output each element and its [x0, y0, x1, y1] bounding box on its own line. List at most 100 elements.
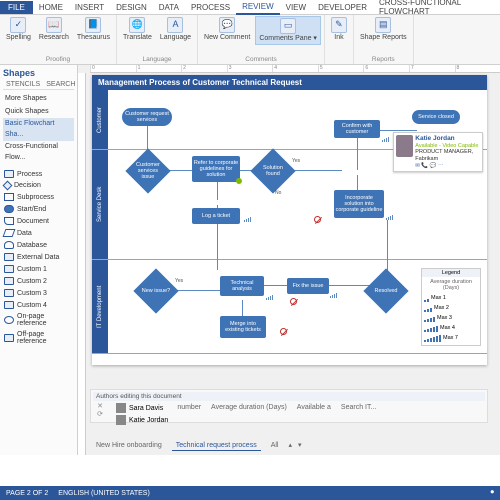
ruler-vertical	[78, 73, 86, 455]
legend-row: Max 7	[424, 333, 478, 343]
translate-button[interactable]: 🌐Translate	[120, 16, 155, 43]
shape-offpage[interactable]: Off-page reference	[3, 329, 74, 347]
ink-button[interactable]: ✎Ink	[328, 16, 350, 43]
legend-row: Max 1	[424, 293, 478, 303]
flowchart-title: Management Process of Customer Technical…	[92, 75, 487, 90]
node-fix[interactable]: Fix the issue	[287, 278, 329, 294]
shape-data[interactable]: Data	[3, 227, 74, 239]
tab-developer[interactable]: DEVELOPER	[312, 1, 373, 14]
shape-startend[interactable]: Start/End	[3, 203, 74, 215]
shape-custom4[interactable]: Custom 4	[3, 299, 74, 311]
tab-design[interactable]: DESIGN	[110, 1, 153, 14]
shape-document[interactable]: Document	[3, 215, 74, 227]
stencil-more[interactable]: More Shapes	[3, 93, 74, 106]
node-closed[interactable]: Service closed	[412, 110, 460, 124]
node-incorporate[interactable]: Incorporate solution into corporate guid…	[334, 190, 384, 218]
c2-icon	[4, 277, 14, 285]
document-icon	[4, 217, 14, 225]
status-bar: PAGE 2 OF 2 ENGLISH (UNITED STATES) ⏺	[0, 486, 500, 500]
shape-reports-button[interactable]: ▤Shape Reports	[357, 16, 410, 43]
node-refer[interactable]: Refer to corporate guidelines for soluti…	[192, 156, 240, 182]
coauthor-panel: Authors editing this document ✕ ⟳ Sara D…	[90, 389, 488, 423]
canvas[interactable]: 012345678 Management Process of Customer…	[78, 65, 500, 455]
lane-servicedesk[interactable]: Service Desk	[92, 150, 108, 259]
page-number[interactable]: PAGE 2 OF 2	[6, 490, 48, 497]
node-analysis[interactable]: Technical analysis	[220, 276, 264, 296]
stencils-tab[interactable]: STENCILS	[3, 80, 43, 89]
page-tab-onboarding[interactable]: New Hire onboarding	[92, 441, 166, 451]
node-merge[interactable]: Merge into existing tickets	[220, 316, 266, 338]
person-info: Katie Jordan Available - Video Capable P…	[415, 135, 480, 169]
shape-database[interactable]: Database	[3, 239, 74, 251]
expand-icon[interactable]: ▾	[298, 441, 302, 451]
language-status[interactable]: ENGLISH (UNITED STATES)	[58, 490, 150, 497]
decision-icon	[3, 181, 13, 191]
shape-custom3[interactable]: Custom 3	[3, 287, 74, 299]
person-card[interactable]: Katie Jordan Available - Video Capable P…	[393, 132, 483, 172]
record-icon[interactable]: ⏺	[491, 489, 495, 497]
legend-title: Legend	[422, 269, 480, 277]
book2-icon: 📘	[85, 17, 101, 33]
search-tab[interactable]: SEARCH	[43, 80, 78, 89]
db-icon	[4, 241, 14, 249]
signal-icon	[382, 136, 389, 142]
blocked-icon	[280, 328, 287, 335]
refresh-icon[interactable]: ⟳	[93, 410, 107, 418]
group-label: Comments	[245, 56, 276, 63]
tab-insert[interactable]: INSERT	[69, 1, 110, 14]
language-button[interactable]: ALanguage	[157, 16, 194, 43]
thesaurus-button[interactable]: 📘Thesaurus	[74, 16, 113, 43]
drawing-page[interactable]: Management Process of Customer Technical…	[92, 75, 487, 365]
group-reports: ▤Shape Reports Reports	[354, 15, 414, 64]
connector[interactable]	[292, 170, 342, 171]
report-icon: ▤	[375, 17, 391, 33]
collapse-icon[interactable]: ▴	[288, 441, 292, 451]
shape-onpage[interactable]: On-page reference	[3, 311, 74, 329]
page-tab-all[interactable]: All	[267, 441, 283, 451]
new-comment-button[interactable]: 💬New Comment	[201, 16, 253, 45]
lane-it[interactable]: IT Development	[92, 260, 108, 353]
group-comments: 💬New Comment ▭Comments Pane ▾ Comments	[198, 15, 325, 64]
connector[interactable]	[172, 290, 222, 291]
pen-icon: ✎	[331, 17, 347, 33]
node-log-ticket[interactable]: Log a ticket	[192, 208, 240, 224]
book-icon: 📖	[46, 17, 62, 33]
col-search[interactable]: Search IT...	[341, 404, 376, 411]
shape-decision[interactable]: Decision	[3, 180, 74, 191]
shape-external[interactable]: External Data	[3, 251, 74, 263]
col-duration: Average duration (Days)	[211, 404, 287, 411]
stencil-crossfunc[interactable]: Cross-Functional Flow...	[3, 141, 74, 164]
tab-file[interactable]: FILE	[0, 1, 33, 14]
tab-review[interactable]: REVIEW	[236, 0, 280, 15]
node-start[interactable]: Customer request services	[122, 108, 172, 126]
node-confirm[interactable]: Confirm with customer	[334, 120, 380, 138]
c1-icon	[4, 265, 14, 273]
stencil-tabs: STENCILS SEARCH	[3, 80, 74, 90]
comments-pane-button[interactable]: ▭Comments Pane ▾	[255, 16, 321, 45]
research-button[interactable]: 📖Research	[36, 16, 72, 43]
legend-row: Max 2	[424, 303, 478, 313]
offpage-icon	[4, 334, 14, 342]
shape-custom2[interactable]: Custom 2	[3, 275, 74, 287]
stencil-list: More Shapes Quick Shapes Basic Flowchart…	[3, 93, 74, 164]
comment-icon: 💬	[219, 17, 235, 33]
close-icon[interactable]: ✕	[93, 402, 107, 410]
shape-custom1[interactable]: Custom 1	[3, 263, 74, 275]
lane-customer[interactable]: Customer	[92, 90, 108, 149]
tab-home[interactable]: HOME	[33, 1, 69, 14]
tab-data[interactable]: DATA	[153, 1, 185, 14]
blocked-icon	[314, 216, 321, 223]
group-proofing: ✓Spelling 📖Research 📘Thesaurus Proofing	[0, 15, 117, 64]
coauthor-user[interactable]: Sara Davis	[115, 402, 169, 414]
page-tab-technical[interactable]: Technical request process	[172, 441, 261, 451]
spelling-button[interactable]: ✓Spelling	[3, 16, 34, 43]
tab-view[interactable]: VIEW	[280, 1, 312, 14]
shape-process[interactable]: Process	[3, 168, 74, 180]
avatar	[116, 403, 126, 413]
coauthor-user[interactable]: Katie Jordan	[115, 414, 169, 426]
stencil-basic[interactable]: Basic Flowchart Sha...	[3, 118, 74, 141]
tab-process[interactable]: PROCESS	[185, 1, 236, 14]
stencil-quick[interactable]: Quick Shapes	[3, 106, 74, 119]
coauthor-title: Authors editing this document	[93, 392, 485, 401]
shape-subprocess[interactable]: Subprocess	[3, 191, 74, 203]
